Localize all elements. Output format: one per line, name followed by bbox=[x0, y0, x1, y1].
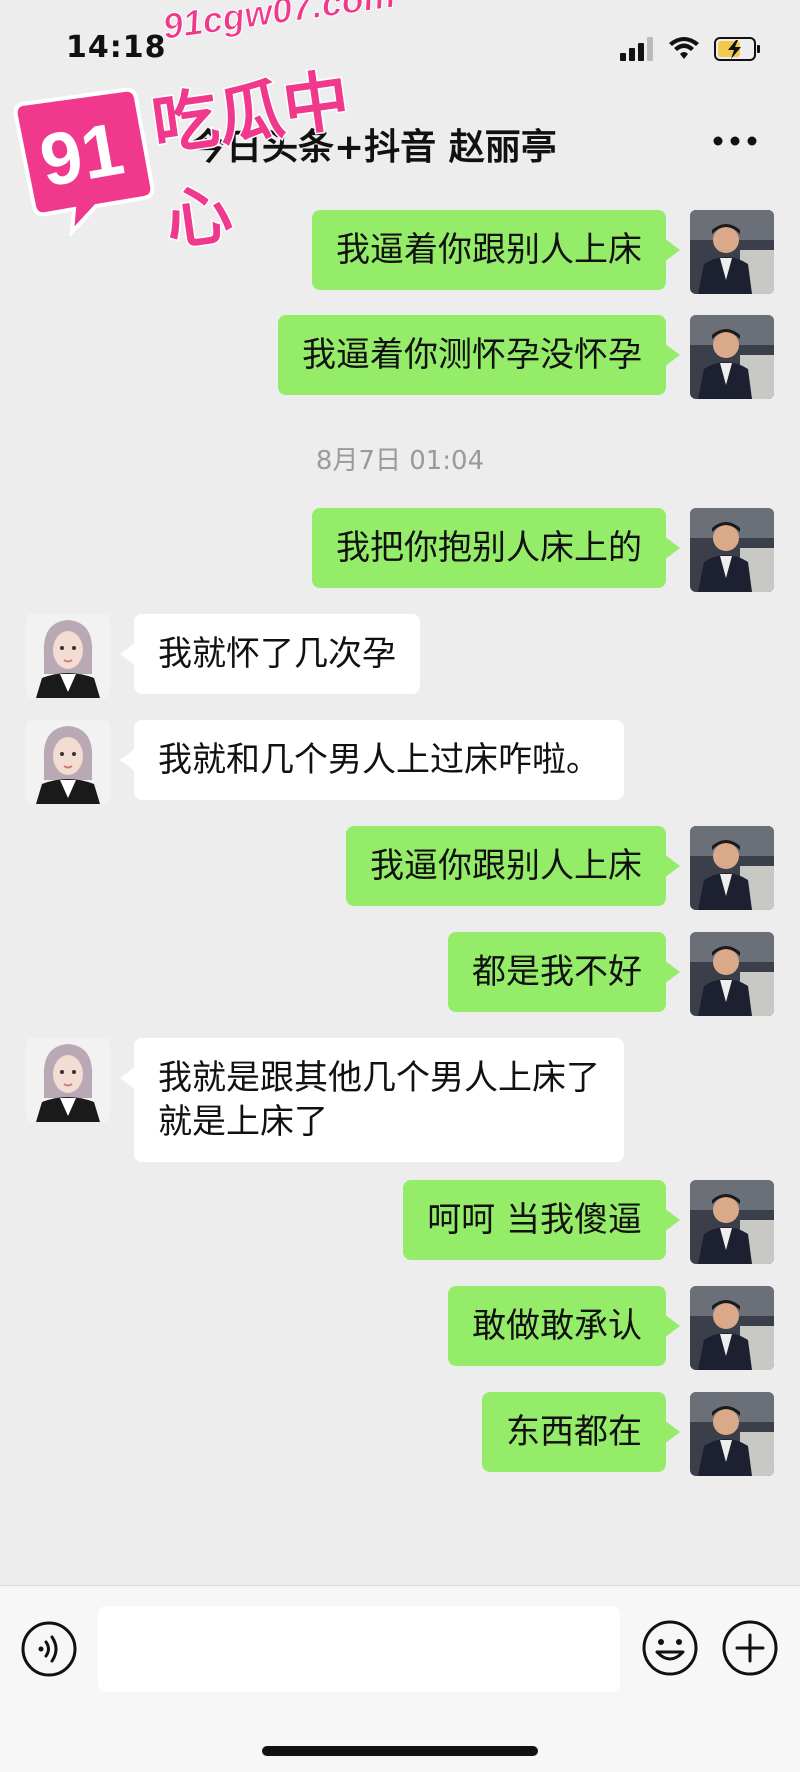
chat-message-list[interactable]: 我逼着你跟别人上床我逼着你测怀孕没怀孕 8月7日 01:04 我把你抱别人床上的我就… bbox=[0, 190, 800, 1585]
chat-title: 今日头条+抖音 赵丽亭 bbox=[190, 127, 557, 168]
my-avatar[interactable] bbox=[690, 508, 774, 592]
message-bubble[interactable]: 东西都在 bbox=[482, 1392, 680, 1472]
message-text: 我就怀了几次孕 bbox=[158, 634, 396, 674]
my-avatar[interactable] bbox=[690, 932, 774, 1016]
my-avatar[interactable] bbox=[690, 1392, 774, 1476]
message-text: 都是我不好 bbox=[472, 952, 642, 992]
battery-charging-icon bbox=[714, 37, 760, 61]
message-bubble[interactable]: 呵呵 当我傻逼 bbox=[403, 1180, 680, 1260]
message-bubble[interactable]: 我逼着你跟别人上床 bbox=[312, 210, 680, 290]
message-text-line: 我就是跟其他几个男人上床了 bbox=[158, 1058, 600, 1098]
message-text: 我把你抱别人床上的 bbox=[336, 528, 642, 568]
home-indicator bbox=[262, 1746, 538, 1756]
my-avatar[interactable] bbox=[690, 315, 774, 399]
message-timestamp: 8月7日 01:04 bbox=[315, 446, 485, 476]
message-text: 我就和几个男人上过床咋啦。 bbox=[158, 740, 600, 780]
emoji-icon[interactable] bbox=[640, 1618, 700, 1678]
wifi-icon bbox=[669, 37, 699, 59]
my-avatar[interactable] bbox=[690, 210, 774, 294]
message-bubble[interactable]: 我逼你跟别人上床 bbox=[346, 826, 680, 906]
cellular-signal-icon bbox=[620, 37, 653, 61]
message-text: 敢做敢承认 bbox=[472, 1306, 642, 1346]
input-bar bbox=[0, 1585, 800, 1772]
message-bubble[interactable]: 我就和几个男人上过床咋啦。 bbox=[120, 720, 624, 800]
more-options-icon[interactable] bbox=[710, 126, 760, 156]
my-avatar[interactable] bbox=[690, 1286, 774, 1370]
back-arrow-icon[interactable] bbox=[34, 124, 74, 168]
contact-avatar[interactable] bbox=[26, 614, 110, 698]
my-avatar[interactable] bbox=[690, 1180, 774, 1264]
contact-avatar[interactable] bbox=[26, 720, 110, 804]
status-time: 14:18 bbox=[66, 30, 167, 65]
message-bubble[interactable]: 我逼着你测怀孕没怀孕 bbox=[278, 315, 680, 395]
contact-avatar[interactable] bbox=[26, 1038, 110, 1122]
nav-bar: 今日头条+抖音 赵丽亭 bbox=[0, 100, 800, 190]
message-text: 我逼着你跟别人上床 bbox=[336, 230, 642, 270]
my-avatar[interactable] bbox=[690, 826, 774, 910]
message-bubble[interactable]: 我把你抱别人床上的 bbox=[312, 508, 680, 588]
message-text: 东西都在 bbox=[506, 1412, 642, 1452]
message-text: 我逼你跟别人上床 bbox=[370, 846, 642, 886]
status-icons bbox=[620, 36, 762, 62]
message-bubble[interactable]: 我就是跟其他几个男人上床了 就是上床了 bbox=[120, 1038, 624, 1162]
message-text-line: 就是上床了 bbox=[158, 1102, 328, 1142]
add-attachment-icon[interactable] bbox=[720, 1618, 780, 1678]
message-bubble[interactable]: 敢做敢承认 bbox=[448, 1286, 680, 1366]
voice-input-icon[interactable] bbox=[20, 1620, 78, 1678]
message-text: 我逼着你测怀孕没怀孕 bbox=[302, 335, 642, 375]
message-bubble[interactable]: 都是我不好 bbox=[448, 932, 680, 1012]
message-bubble[interactable]: 我就怀了几次孕 bbox=[120, 614, 420, 694]
message-input[interactable] bbox=[98, 1606, 620, 1692]
message-text: 呵呵 当我傻逼 bbox=[427, 1200, 642, 1240]
status-bar: 14:18 bbox=[0, 0, 800, 100]
